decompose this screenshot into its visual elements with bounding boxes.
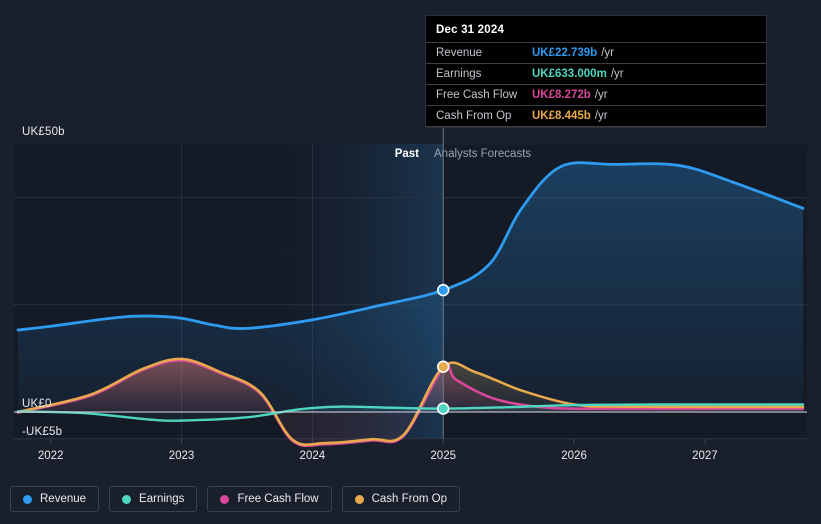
x-axis-tick-2027: 2027 [692,450,718,462]
tooltip-metric-name: Earnings [436,68,482,80]
legend-color-dot [220,494,230,504]
legend-label: Free Cash Flow [237,493,319,505]
legend-color-dot [23,494,32,504]
tooltip-metric-value: UK£8.445b [532,110,591,122]
data-tooltip: Dec 31 2024 Revenue UK£22.739b/yr Earnings… [425,15,767,128]
financial-chart: UK£50b UK£0 -UK£5b 2022 2023 2024 2025 2026 2… [0,0,821,524]
x-axis-tick-2022: 2022 [37,450,64,462]
tooltip-row: Cash From Op UK£8.445b/yr [426,106,766,127]
chart-legend: Revenue Earnings Free Cash Flow Cash From O… [10,486,461,512]
data-point-marker[interactable] [437,402,450,415]
y-axis-label-bottom: -UK£5b [22,425,63,438]
y-axis-label-top: UK£50b [22,126,65,138]
legend-item-cash-from-op[interactable]: Cash From Op [341,486,461,512]
tooltip-metric-name: Free Cash Flow [436,89,518,101]
legend-label: Cash From Op [371,493,448,505]
tooltip-metric-name: Cash From Op [436,110,512,122]
data-point-marker[interactable] [437,283,450,297]
legend-color-dot [354,494,364,504]
x-axis-tick-2026: 2026 [561,450,587,462]
tooltip-metric-unit: /yr [610,68,624,80]
legend-item-free-cash-flow[interactable]: Free Cash Flow [207,486,332,512]
legend-label: Earnings [139,493,185,505]
tooltip-metric-value: UK£8.272b [532,89,591,101]
tooltip-metric-unit: /yr [594,89,608,101]
tooltip-row: Revenue UK£22.739b/yr [426,43,766,64]
tooltip-rows: Revenue UK£22.739b/yr Earnings UK£633.000m /… [426,43,766,127]
legend-item-revenue[interactable]: Revenue [10,486,100,512]
tooltip-row: Free Cash Flow UK£8.272b/yr [426,85,766,106]
tooltip-metric-unit: /yr [594,110,608,122]
x-axis-tick-2024: 2024 [299,450,326,462]
legend-label: Revenue [40,493,87,505]
tooltip-row: Earnings UK£633.000m/yr [426,64,766,85]
data-point-marker[interactable] [437,360,450,373]
tooltip-metric-name: Revenue [436,47,483,59]
analysts-forecasts-label: Analysts Forecasts [434,148,532,160]
tooltip-metric-value: UK£22.739b [532,47,598,59]
past-label: Past [394,148,419,160]
legend-item-earnings[interactable]: Earnings [109,486,198,512]
x-axis-tick-2023: 2023 [168,450,195,462]
x-axis-tick-2025: 2025 [430,450,456,462]
tooltip-date: Dec 31 2024 [426,16,766,43]
y-axis-label-zero: UK£0 [22,398,52,410]
legend-color-dot [122,494,132,504]
tooltip-metric-value: UK£633.000m [532,68,607,80]
tooltip-metric-unit: /yr [601,47,614,59]
